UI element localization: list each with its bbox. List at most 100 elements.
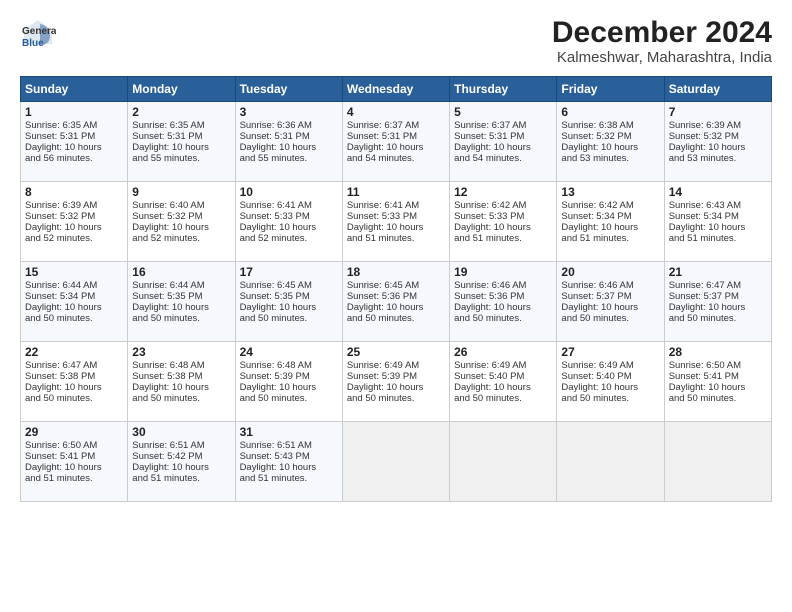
calendar-cell: 1 Sunrise: 6:35 AM Sunset: 5:31 PM Dayli… [21, 102, 128, 182]
calendar-cell: 2 Sunrise: 6:35 AM Sunset: 5:31 PM Dayli… [128, 102, 235, 182]
main-title: December 2024 [552, 16, 772, 49]
daylight-minutes: and 50 minutes. [669, 313, 737, 324]
day-number: 13 [561, 185, 659, 199]
daylight-label: Daylight: 10 hours [25, 302, 102, 313]
calendar-cell: 5 Sunrise: 6:37 AM Sunset: 5:31 PM Dayli… [450, 102, 557, 182]
daylight-label: Daylight: 10 hours [240, 462, 317, 473]
day-number: 28 [669, 345, 767, 359]
calendar-cell: 13 Sunrise: 6:42 AM Sunset: 5:34 PM Dayl… [557, 182, 664, 262]
sunrise-label: Sunrise: 6:37 AM [347, 120, 419, 131]
sunset-label: Sunset: 5:42 PM [132, 451, 202, 462]
sunset-label: Sunset: 5:36 PM [347, 291, 417, 302]
sunset-label: Sunset: 5:41 PM [25, 451, 95, 462]
sunset-label: Sunset: 5:33 PM [347, 211, 417, 222]
calendar-cell [557, 422, 664, 502]
calendar-cell: 17 Sunrise: 6:45 AM Sunset: 5:35 PM Dayl… [235, 262, 342, 342]
calendar-cell: 24 Sunrise: 6:48 AM Sunset: 5:39 PM Dayl… [235, 342, 342, 422]
sunset-label: Sunset: 5:36 PM [454, 291, 524, 302]
calendar-week-row: 22 Sunrise: 6:47 AM Sunset: 5:38 PM Dayl… [21, 342, 772, 422]
day-number: 3 [240, 105, 338, 119]
day-number: 29 [25, 425, 123, 439]
sunset-label: Sunset: 5:40 PM [561, 371, 631, 382]
daylight-minutes: and 50 minutes. [561, 313, 629, 324]
calendar-cell: 21 Sunrise: 6:47 AM Sunset: 5:37 PM Dayl… [664, 262, 771, 342]
sunset-label: Sunset: 5:41 PM [669, 371, 739, 382]
daylight-label: Daylight: 10 hours [669, 222, 746, 233]
daylight-minutes: and 56 minutes. [25, 153, 93, 164]
day-number: 1 [25, 105, 123, 119]
sunset-label: Sunset: 5:31 PM [240, 131, 310, 142]
day-number: 26 [454, 345, 552, 359]
sunset-label: Sunset: 5:34 PM [561, 211, 631, 222]
daylight-label: Daylight: 10 hours [132, 142, 209, 153]
sunrise-label: Sunrise: 6:35 AM [132, 120, 204, 131]
daylight-minutes: and 50 minutes. [132, 393, 200, 404]
calendar-cell: 7 Sunrise: 6:39 AM Sunset: 5:32 PM Dayli… [664, 102, 771, 182]
daylight-label: Daylight: 10 hours [561, 302, 638, 313]
daylight-minutes: and 51 minutes. [347, 233, 415, 244]
col-tuesday: Tuesday [235, 77, 342, 102]
calendar-week-row: 8 Sunrise: 6:39 AM Sunset: 5:32 PM Dayli… [21, 182, 772, 262]
logo: General Blue [20, 16, 56, 52]
sunset-label: Sunset: 5:32 PM [25, 211, 95, 222]
daylight-minutes: and 51 minutes. [454, 233, 522, 244]
daylight-minutes: and 50 minutes. [132, 313, 200, 324]
daylight-label: Daylight: 10 hours [561, 142, 638, 153]
sunrise-label: Sunrise: 6:39 AM [25, 200, 97, 211]
calendar-cell: 19 Sunrise: 6:46 AM Sunset: 5:36 PM Dayl… [450, 262, 557, 342]
daylight-minutes: and 50 minutes. [25, 313, 93, 324]
day-number: 9 [132, 185, 230, 199]
col-thursday: Thursday [450, 77, 557, 102]
daylight-label: Daylight: 10 hours [132, 382, 209, 393]
day-number: 25 [347, 345, 445, 359]
sunrise-label: Sunrise: 6:49 AM [347, 360, 419, 371]
header-row: Sunday Monday Tuesday Wednesday Thursday… [21, 77, 772, 102]
calendar-body: 1 Sunrise: 6:35 AM Sunset: 5:31 PM Dayli… [21, 102, 772, 502]
sunrise-label: Sunrise: 6:49 AM [454, 360, 526, 371]
daylight-label: Daylight: 10 hours [132, 222, 209, 233]
daylight-minutes: and 53 minutes. [669, 153, 737, 164]
day-number: 20 [561, 265, 659, 279]
calendar-cell [342, 422, 449, 502]
sunset-label: Sunset: 5:38 PM [25, 371, 95, 382]
daylight-minutes: and 51 minutes. [561, 233, 629, 244]
calendar-cell: 28 Sunrise: 6:50 AM Sunset: 5:41 PM Dayl… [664, 342, 771, 422]
calendar-cell: 11 Sunrise: 6:41 AM Sunset: 5:33 PM Dayl… [342, 182, 449, 262]
day-number: 10 [240, 185, 338, 199]
sunset-label: Sunset: 5:39 PM [240, 371, 310, 382]
day-number: 16 [132, 265, 230, 279]
daylight-label: Daylight: 10 hours [132, 302, 209, 313]
sunrise-label: Sunrise: 6:46 AM [454, 280, 526, 291]
calendar-cell [664, 422, 771, 502]
daylight-minutes: and 50 minutes. [25, 393, 93, 404]
logo-icon: General Blue [20, 16, 56, 52]
day-number: 27 [561, 345, 659, 359]
sunset-label: Sunset: 5:32 PM [132, 211, 202, 222]
svg-text:General: General [22, 26, 56, 37]
page: General Blue December 2024 Kalmeshwar, M… [0, 0, 792, 612]
sunset-label: Sunset: 5:43 PM [240, 451, 310, 462]
day-number: 7 [669, 105, 767, 119]
day-number: 22 [25, 345, 123, 359]
daylight-minutes: and 52 minutes. [132, 233, 200, 244]
daylight-minutes: and 51 minutes. [240, 473, 308, 484]
sunrise-label: Sunrise: 6:47 AM [25, 360, 97, 371]
daylight-minutes: and 50 minutes. [240, 313, 308, 324]
sunrise-label: Sunrise: 6:51 AM [240, 440, 312, 451]
calendar-week-row: 1 Sunrise: 6:35 AM Sunset: 5:31 PM Dayli… [21, 102, 772, 182]
sunrise-label: Sunrise: 6:50 AM [25, 440, 97, 451]
sunset-label: Sunset: 5:35 PM [132, 291, 202, 302]
day-number: 2 [132, 105, 230, 119]
daylight-minutes: and 50 minutes. [454, 313, 522, 324]
sunset-label: Sunset: 5:31 PM [454, 131, 524, 142]
calendar-cell: 14 Sunrise: 6:43 AM Sunset: 5:34 PM Dayl… [664, 182, 771, 262]
sunset-label: Sunset: 5:39 PM [347, 371, 417, 382]
col-monday: Monday [128, 77, 235, 102]
daylight-label: Daylight: 10 hours [669, 142, 746, 153]
daylight-minutes: and 50 minutes. [454, 393, 522, 404]
calendar-cell: 29 Sunrise: 6:50 AM Sunset: 5:41 PM Dayl… [21, 422, 128, 502]
daylight-minutes: and 54 minutes. [347, 153, 415, 164]
sunset-label: Sunset: 5:31 PM [347, 131, 417, 142]
calendar-cell: 16 Sunrise: 6:44 AM Sunset: 5:35 PM Dayl… [128, 262, 235, 342]
calendar-cell: 8 Sunrise: 6:39 AM Sunset: 5:32 PM Dayli… [21, 182, 128, 262]
